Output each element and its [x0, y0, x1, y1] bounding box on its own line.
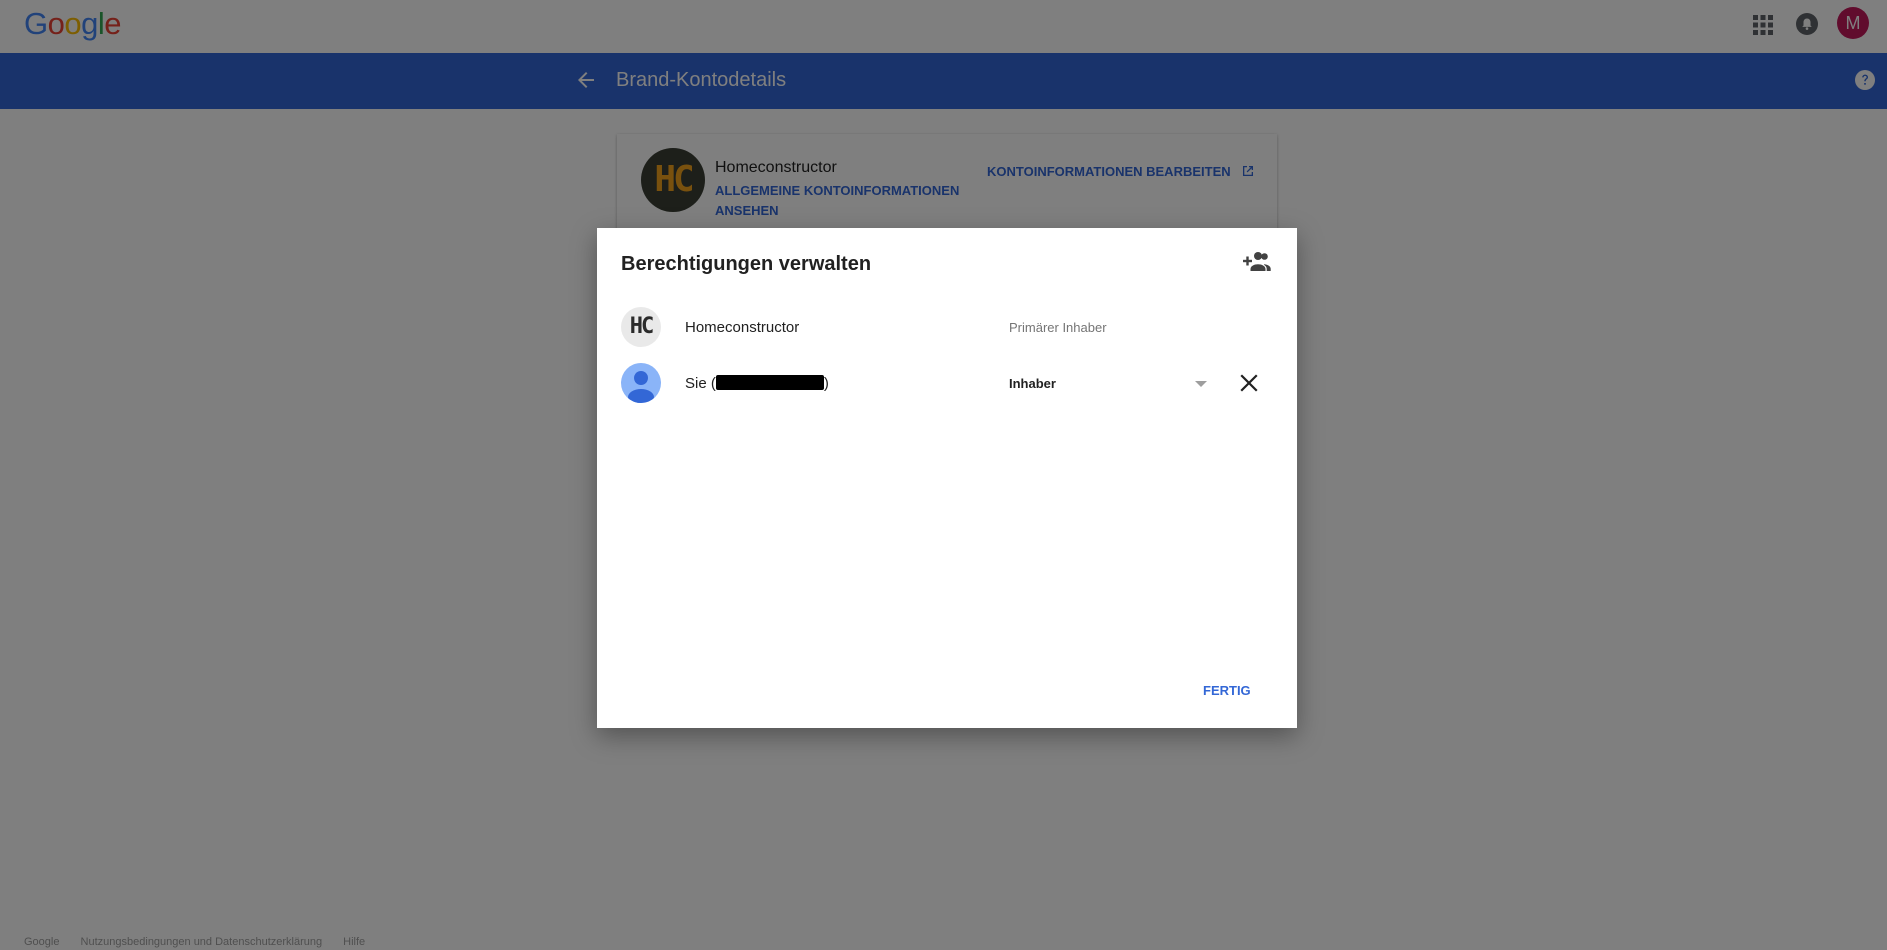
person-avatar-icon	[621, 363, 661, 403]
done-button[interactable]: FERTIG	[1203, 683, 1251, 698]
permission-row: HC Homeconstructor Primärer Inhaber	[621, 307, 1273, 349]
permission-row: Sie () Inhaber	[621, 363, 1273, 405]
member-role: Primärer Inhaber	[1009, 320, 1107, 335]
role-select-value: Inhaber	[1009, 376, 1056, 391]
dropdown-arrow-icon	[1195, 381, 1207, 387]
brand-logo: HC	[621, 307, 661, 347]
person-icon	[628, 371, 654, 403]
close-icon[interactable]	[1239, 373, 1259, 393]
dialog-title: Berechtigungen verwalten	[621, 253, 872, 275]
member-name-prefix: Sie (	[685, 375, 716, 392]
member-name-suffix: )	[823, 375, 829, 392]
manage-permissions-dialog: Berechtigungen verwalten HC Homeconstruc…	[597, 228, 1297, 728]
member-name: Sie ()	[685, 375, 829, 392]
redacted-email	[715, 375, 824, 390]
member-name: Homeconstructor	[685, 319, 800, 336]
role-select[interactable]: Inhaber	[1009, 374, 1209, 396]
person-add-icon[interactable]	[1243, 250, 1271, 272]
